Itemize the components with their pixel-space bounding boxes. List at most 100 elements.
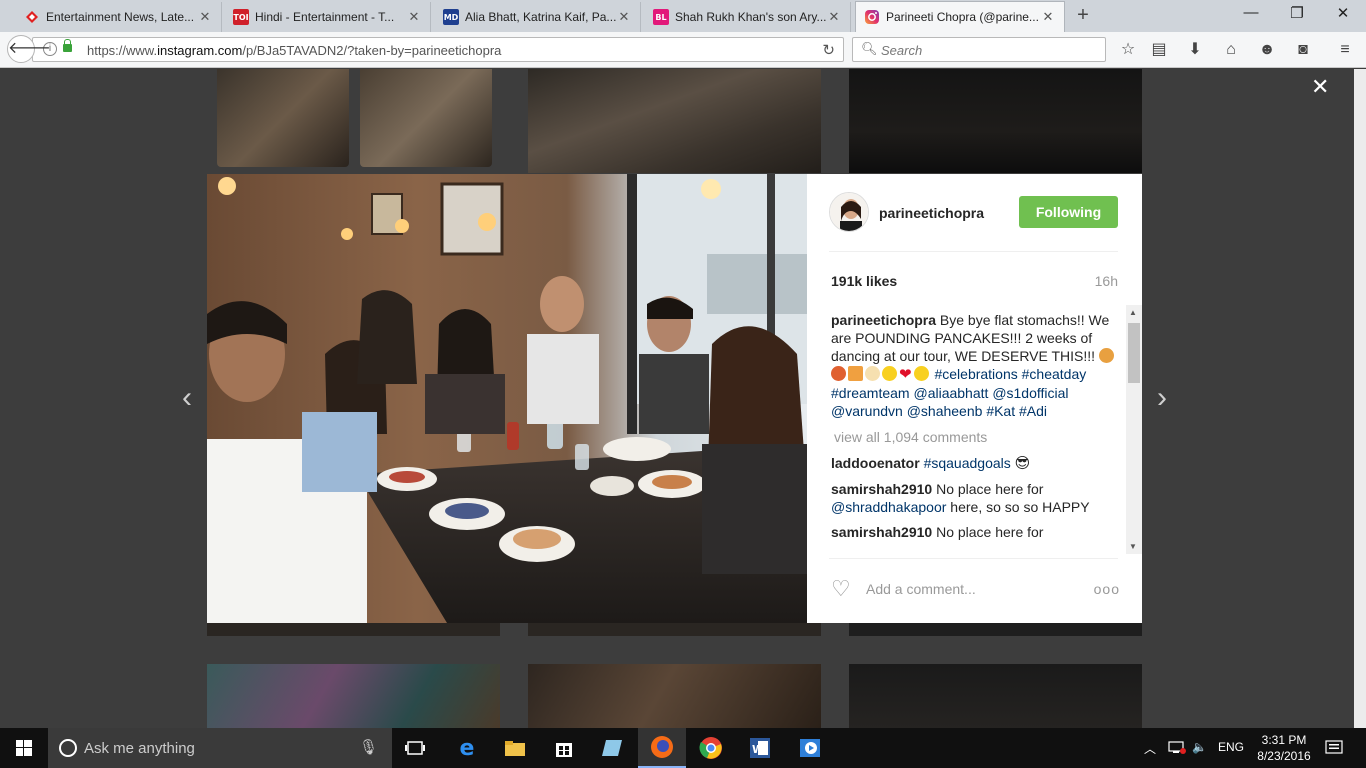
hashtag-link[interactable]: #Adi <box>1019 403 1047 419</box>
add-comment-input[interactable]: Add a comment... <box>866 581 976 597</box>
bl-icon: BL <box>653 9 669 25</box>
user-avatar[interactable] <box>829 192 869 232</box>
new-tab-button[interactable]: + <box>1072 4 1094 27</box>
post-username[interactable]: parineetichopra <box>879 205 984 221</box>
grid-photo-thumbnail[interactable] <box>849 69 1142 173</box>
scroll-down-arrow-icon[interactable]: ▼ <box>1129 542 1137 551</box>
notes-app-icon[interactable] <box>589 728 637 768</box>
post-time[interactable]: 16h <box>1095 273 1118 289</box>
grid-photo-thumbnail[interactable] <box>849 623 1142 636</box>
cortana-icon <box>59 739 77 757</box>
scroll-up-arrow-icon[interactable]: ▲ <box>1129 308 1137 317</box>
bookmark-star-icon[interactable]: ☆ <box>1117 40 1139 60</box>
caption-username[interactable]: parineetichopra <box>831 312 936 328</box>
grid-photo-thumbnail[interactable] <box>528 69 821 173</box>
instagram-icon <box>864 9 880 25</box>
comment-text: No place here for <box>936 524 1044 540</box>
word-icon[interactable]: W <box>736 728 784 768</box>
hashtag-link[interactable]: #sqauadgoals <box>924 455 1011 471</box>
scrollbar-thumb[interactable] <box>1128 323 1140 383</box>
microphone-icon[interactable]: 🎙 <box>359 738 378 756</box>
post-details-panel: parineetichopra Following 191k likes 16h… <box>807 174 1142 623</box>
close-modal-button[interactable]: ✕ <box>1311 74 1329 100</box>
grid-photo-thumbnail[interactable] <box>217 69 349 167</box>
file-explorer-icon[interactable] <box>491 728 539 768</box>
grid-photo-thumbnail[interactable] <box>207 664 500 728</box>
close-tab-icon[interactable]: ✕ <box>1040 9 1056 25</box>
download-icon[interactable]: ⬇ <box>1184 40 1206 60</box>
show-hidden-icons-icon[interactable]: ︿ <box>1144 740 1156 757</box>
close-tab-icon[interactable]: ✕ <box>197 9 213 25</box>
close-window-button[interactable]: ✕ <box>1320 4 1366 22</box>
clock[interactable]: 3:31 PM 8/23/2016 <box>1254 732 1314 764</box>
windows-logo-icon <box>16 740 32 756</box>
language-indicator[interactable]: ENG <box>1218 740 1244 754</box>
cortana-search-box[interactable]: Ask me anything 🎙 <box>48 728 392 768</box>
chat-icon[interactable]: ☻ <box>1256 40 1278 60</box>
comment-username[interactable]: samirshah2910 <box>831 524 932 540</box>
url-text[interactable]: https://www.instagram.com/p/BJa5TAVADN2/… <box>87 43 501 58</box>
grid-photo-thumbnail[interactable] <box>528 623 821 636</box>
grid-photo-thumbnail[interactable] <box>207 623 500 636</box>
store-icon[interactable] <box>540 728 588 768</box>
fries-emoji-icon <box>831 366 846 381</box>
tab-entertainment-news[interactable]: Entertainment News, Late... ✕ <box>16 2 222 32</box>
following-button[interactable]: Following <box>1019 196 1118 228</box>
likes-count[interactable]: 191k likes <box>831 273 897 289</box>
address-bar[interactable]: i https://www.instagram.com/p/BJa5TAVADN… <box>32 37 844 62</box>
mention-link[interactable]: @shraddhakapoor <box>831 499 946 515</box>
reload-icon[interactable]: ↻ <box>822 41 835 59</box>
mention-link[interactable]: @varundvn <box>831 403 903 419</box>
grid-photo-thumbnail[interactable] <box>360 69 492 167</box>
bookmarks-list-icon[interactable]: ▤ <box>1148 40 1170 60</box>
tab-parineeti-chopra[interactable]: Parineeti Chopra (@parine... ✕ <box>855 1 1065 32</box>
tab-shah-rukh-khan[interactable]: BL Shah Rukh Khan's son Ary... ✕ <box>645 2 851 32</box>
close-tab-icon[interactable]: ✕ <box>826 9 842 25</box>
menu-icon[interactable]: ≡ <box>1334 40 1356 60</box>
hashtag-link[interactable]: #celebrations <box>934 366 1017 382</box>
more-options-icon[interactable]: ooo <box>1094 581 1120 597</box>
next-post-arrow[interactable]: › <box>1150 383 1174 413</box>
network-icon[interactable] <box>1168 740 1186 757</box>
mention-link[interactable]: @s1dofficial <box>992 385 1068 401</box>
like-heart-icon[interactable]: ♡ <box>831 578 851 600</box>
hashtag-link[interactable]: #cheatday <box>1022 366 1087 382</box>
chrome-icon[interactable] <box>687 728 735 768</box>
grid-photo-thumbnail[interactable] <box>528 664 821 728</box>
comment-text: No place here for <box>936 481 1044 497</box>
edge-browser-icon[interactable]: e <box>443 728 491 768</box>
firefox-icon[interactable] <box>638 728 686 768</box>
post-photo[interactable] <box>207 174 807 623</box>
hashtag-link[interactable]: #Kat <box>986 403 1015 419</box>
back-button[interactable]: 🡐 <box>7 35 51 63</box>
windows-taskbar: Ask me anything 🎙 e W ︿ 🔈 ENG 3:31 PM 8/… <box>0 728 1366 768</box>
media-app-icon[interactable] <box>786 728 834 768</box>
volume-icon[interactable]: 🔈 <box>1192 740 1207 754</box>
mention-link[interactable]: @shaheenb <box>907 403 983 419</box>
tab-hindi-entertainment[interactable]: TOI Hindi - Entertainment - T... ✕ <box>225 2 431 32</box>
previous-post-arrow[interactable]: ‹ <box>175 383 199 413</box>
tab-alia-bhatt[interactable]: MD Alia Bhatt, Katrina Kaif, Pa... ✕ <box>435 2 641 32</box>
close-tab-icon[interactable]: ✕ <box>406 9 422 25</box>
comments-scrollbar[interactable]: ▲ ▼ <box>1126 305 1142 554</box>
sparkle-emoji-icon <box>882 366 897 381</box>
hashtag-link[interactable]: #dreamteam <box>831 385 910 401</box>
svg-text:W: W <box>752 743 764 756</box>
search-box[interactable]: 🔍︎ Search <box>852 37 1106 62</box>
pocket-icon[interactable]: ◙ <box>1292 40 1314 60</box>
action-center-icon[interactable] <box>1325 740 1343 759</box>
comment-username[interactable]: laddooenator <box>831 455 920 471</box>
view-all-comments-link[interactable]: view all 1,094 comments <box>834 428 1121 446</box>
restore-button[interactable]: ❐ <box>1274 4 1320 22</box>
task-view-icon[interactable] <box>392 728 440 768</box>
lock-icon[interactable] <box>63 39 72 52</box>
start-button[interactable] <box>0 728 48 768</box>
grid-photo-thumbnail[interactable] <box>849 664 1142 728</box>
page-scrollbar[interactable] <box>1354 69 1366 728</box>
mention-link[interactable]: @aliaabhatt <box>913 385 988 401</box>
close-tab-icon[interactable]: ✕ <box>616 9 632 25</box>
comment-username[interactable]: samirshah2910 <box>831 481 932 497</box>
sunglasses-emoji-icon: 😎 <box>1014 455 1031 472</box>
home-icon[interactable]: ⌂ <box>1220 40 1242 60</box>
minimize-button[interactable]: — <box>1228 4 1274 21</box>
